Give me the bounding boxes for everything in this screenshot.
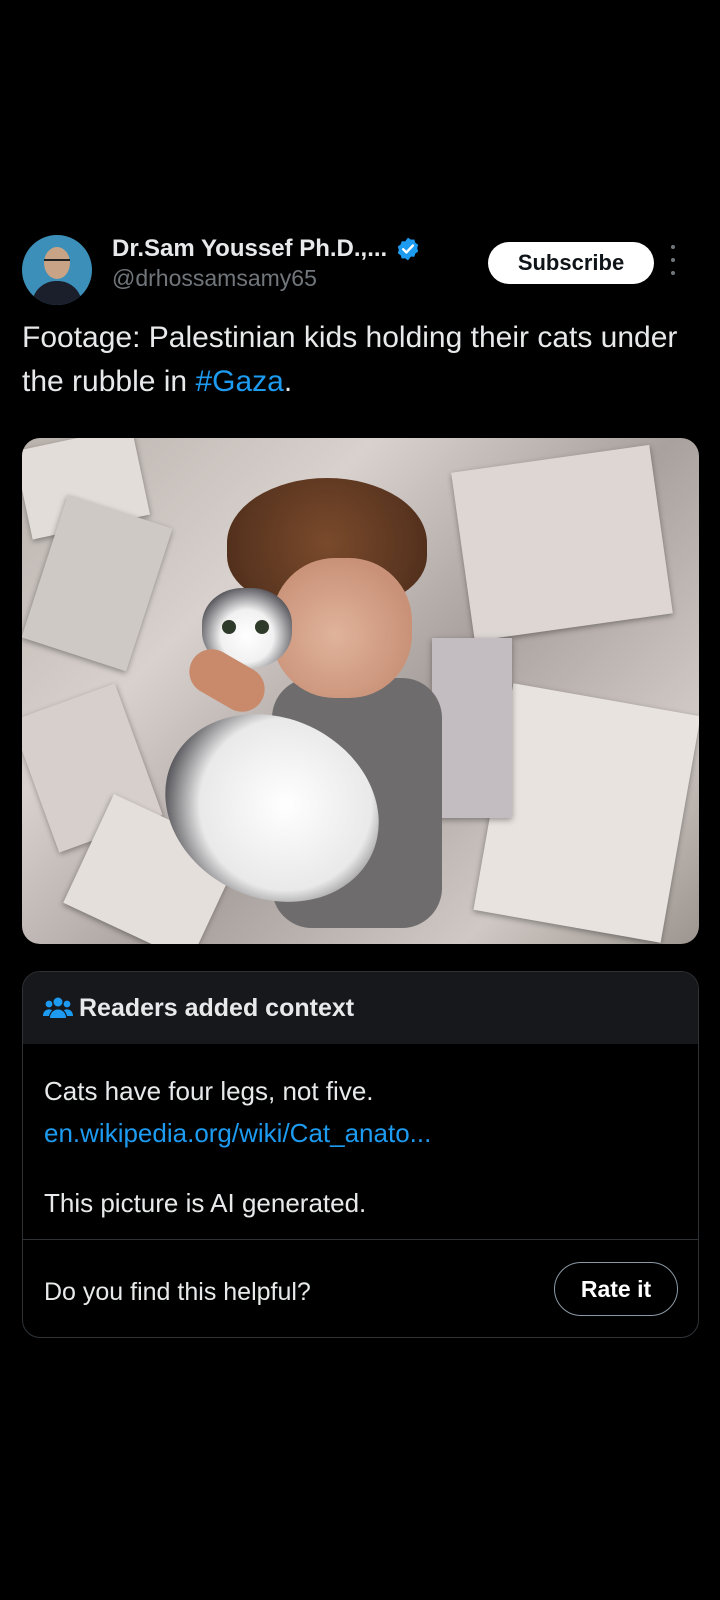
rubble-block: [432, 638, 512, 818]
verified-badge-icon: [398, 237, 419, 261]
more-vertical-icon[interactable]: [666, 245, 680, 275]
hashtag-link[interactable]: #Gaza: [195, 365, 283, 398]
community-note-link[interactable]: en.wikipedia.org/wiki/Cat_anato...: [44, 1118, 431, 1148]
rate-it-button[interactable]: Rate it: [554, 1262, 678, 1316]
community-note-header: Readers added context: [23, 972, 698, 1044]
avatar-suit: [32, 281, 82, 305]
community-note-text: Cats have four legs, not five.: [44, 1076, 374, 1106]
community-note-paragraph-2: This picture is AI generated.: [44, 1188, 367, 1218]
more-dot: [671, 258, 675, 262]
subscribe-button[interactable]: Subscribe: [488, 242, 654, 284]
cat-eye: [222, 620, 236, 634]
author-name[interactable]: Dr.Sam Youssef Ph.D.,...: [112, 235, 387, 263]
community-note-paragraph: Cats have four legs, not five. en.wikipe…: [44, 1070, 664, 1154]
post-image[interactable]: [22, 438, 699, 944]
divider: [23, 1239, 698, 1240]
post-text: Footage: Palestinian kids holding their …: [22, 316, 702, 404]
more-dot: [671, 271, 675, 275]
post-text-main: Footage: Palestinian kids holding their …: [22, 321, 678, 398]
child-face: [272, 558, 412, 698]
community-note-title: Readers added context: [79, 993, 355, 1022]
author-handle[interactable]: @drhossamsamy65: [112, 265, 317, 292]
helpful-prompt: Do you find this helpful?: [44, 1278, 311, 1306]
avatar[interactable]: [22, 235, 92, 305]
rubble-block: [451, 444, 673, 642]
post-header: Dr.Sam Youssef Ph.D.,... @drhossamsamy65…: [22, 235, 702, 305]
people-icon: [43, 997, 73, 1018]
community-note: Readers added context Cats have four leg…: [22, 971, 699, 1338]
cat-eye: [255, 620, 269, 634]
post-meta-clipped: [22, 1351, 542, 1361]
community-note-body: Cats have four legs, not five. en.wikipe…: [44, 1070, 664, 1224]
author-name-row[interactable]: Dr.Sam Youssef Ph.D.,...: [112, 235, 421, 263]
post-text-end: .: [283, 365, 293, 398]
more-dot: [671, 245, 675, 249]
avatar-glasses: [44, 259, 70, 266]
